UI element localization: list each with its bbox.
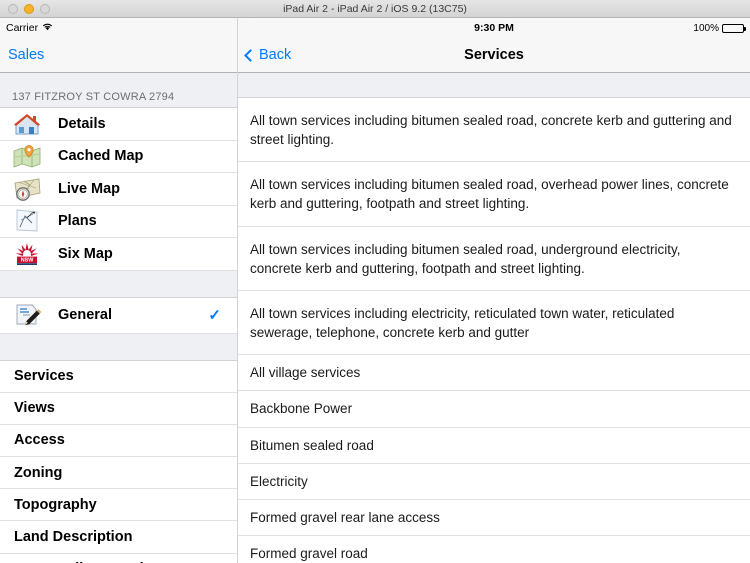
status-battery-group: 100% bbox=[693, 18, 746, 38]
compass-map-icon bbox=[10, 175, 44, 203]
sidebar-item-label: Details bbox=[58, 115, 106, 132]
blueprint-icon bbox=[10, 207, 44, 235]
sidebar-item-label: Services bbox=[14, 368, 74, 385]
sidebar-item-cached-map[interactable]: Cached Map bbox=[0, 140, 237, 173]
sidebar-item-live-map[interactable]: Live Map bbox=[0, 173, 237, 206]
detail-navbar: Back Services bbox=[238, 38, 750, 73]
sidebar-panel: Sales 137 FITZROY ST COWRA 2794 Details bbox=[0, 38, 238, 563]
sidebar-back-label: Sales bbox=[8, 47, 45, 63]
sidebar-item-label: Plans bbox=[58, 213, 97, 230]
sidebar-navbar: Sales bbox=[0, 38, 237, 73]
window-controls bbox=[0, 3, 50, 14]
sidebar-item-general[interactable]: General ✓ bbox=[0, 297, 237, 334]
svg-text:NSW: NSW bbox=[21, 257, 34, 263]
sidebar-item-label: Zoning bbox=[14, 464, 63, 481]
status-time: 9:30 PM bbox=[474, 22, 514, 34]
sidebar-item-label: Topography bbox=[14, 496, 97, 513]
sidebar-item-plans[interactable]: Plans bbox=[0, 205, 237, 238]
sidebar-item-topography[interactable]: Topography bbox=[0, 489, 237, 522]
sidebar-item-label: Views bbox=[14, 400, 55, 417]
list-item[interactable]: Formed gravel road bbox=[238, 536, 750, 563]
sidebar-item-zoning[interactable]: Zoning bbox=[0, 457, 237, 490]
sidebar-item-six-map[interactable]: NSW Six Map bbox=[0, 238, 237, 271]
sidebar-section-gap-1 bbox=[0, 270, 237, 298]
services-list[interactable]: All town services including bitumen seal… bbox=[238, 73, 750, 563]
address-header: 137 FITZROY ST COWRA 2794 bbox=[0, 73, 237, 108]
carrier-label: Carrier bbox=[6, 22, 39, 34]
list-item[interactable]: All town services including bitumen seal… bbox=[238, 98, 750, 163]
sidebar-item-surrounding-development[interactable]: Surrounding Development bbox=[0, 553, 237, 563]
house-icon bbox=[10, 110, 44, 138]
list-item[interactable]: Bitumen sealed road bbox=[238, 427, 750, 464]
sidebar-item-label: Access bbox=[14, 432, 65, 449]
zoom-button[interactable] bbox=[40, 3, 50, 14]
list-item[interactable]: Backbone Power bbox=[238, 391, 750, 428]
list-item[interactable]: Electricity bbox=[238, 463, 750, 500]
list-item[interactable]: All village services bbox=[238, 355, 750, 392]
window-title: iPad Air 2 - iPad Air 2 / iOS 9.2 (13C75… bbox=[283, 2, 467, 15]
map-pin-icon bbox=[10, 142, 44, 170]
list-section-header bbox=[238, 73, 750, 98]
sidebar-item-label: Six Map bbox=[58, 245, 113, 262]
list-item[interactable]: All town services including bitumen seal… bbox=[238, 226, 750, 291]
list-item[interactable]: Formed gravel rear lane access bbox=[238, 499, 750, 537]
back-button[interactable]: Back bbox=[238, 47, 291, 63]
close-button[interactable] bbox=[8, 3, 18, 14]
sidebar-item-access[interactable]: Access bbox=[0, 424, 237, 458]
list-item[interactable]: All town services including bitumen seal… bbox=[238, 162, 750, 227]
minimize-button[interactable] bbox=[24, 3, 34, 14]
document-pen-icon bbox=[10, 301, 44, 329]
sidebar-item-label: Cached Map bbox=[58, 148, 144, 165]
sidebar-item-views[interactable]: Views bbox=[0, 392, 237, 425]
sidebar-item-details[interactable]: Details bbox=[0, 108, 237, 141]
sidebar-item-services[interactable]: Services bbox=[0, 360, 237, 393]
page-title: Services bbox=[464, 47, 524, 63]
list-item[interactable]: All town services including electricity,… bbox=[238, 290, 750, 356]
sidebar-section-gap-2 bbox=[0, 333, 237, 361]
sidebar-list[interactable]: 137 FITZROY ST COWRA 2794 Details Cached… bbox=[0, 73, 237, 563]
ios-status-bar: Carrier 9:30 PM 100% bbox=[0, 18, 750, 38]
wifi-icon bbox=[42, 22, 53, 34]
battery-full-icon bbox=[722, 23, 746, 33]
checkmark-icon: ✓ bbox=[208, 307, 221, 324]
status-carrier-group: Carrier bbox=[0, 18, 238, 38]
detail-panel: Back Services All town services includin… bbox=[238, 38, 750, 563]
sidebar-item-land-description[interactable]: Land Description bbox=[0, 521, 237, 554]
back-label: Back bbox=[259, 47, 292, 63]
sidebar-back-button[interactable]: Sales bbox=[0, 47, 44, 63]
nsw-government-icon: NSW bbox=[10, 240, 44, 268]
split-view: Sales 137 FITZROY ST COWRA 2794 Details bbox=[0, 38, 750, 563]
simulator-titlebar: iPad Air 2 - iPad Air 2 / iOS 9.2 (13C75… bbox=[0, 0, 750, 18]
sidebar-item-label: Land Description bbox=[14, 529, 133, 546]
sidebar-item-label: General bbox=[58, 307, 112, 323]
sidebar-item-label: Live Map bbox=[58, 180, 121, 197]
chevron-left-icon bbox=[244, 48, 257, 62]
battery-percent-label: 100% bbox=[693, 22, 719, 34]
